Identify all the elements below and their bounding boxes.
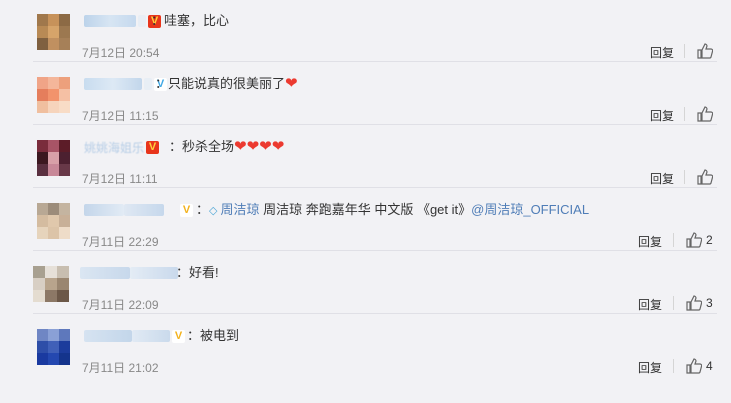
comment-text: ：哇塞，比心	[151, 13, 230, 28]
comment-text: ：秒杀全场❤❤❤❤	[169, 139, 284, 155]
timestamp: 7月12日 20:54	[82, 46, 160, 60]
divider	[684, 107, 685, 121]
heart-icon: ❤❤❤❤	[234, 138, 285, 155]
row-divider	[33, 313, 717, 314]
username[interactable]: V	[84, 329, 185, 343]
thumbs-up-icon[interactable]	[697, 169, 713, 185]
mention-link[interactable]: @周洁琼_OFFICIAL	[471, 202, 589, 217]
comment-text: ：◇ 周洁琼 周洁琼 奔跑嘉年华 中文版 《get it》@周洁琼_OFFICIA…	[196, 202, 589, 219]
comment-prefix: ：	[196, 202, 210, 217]
timestamp: 7月12日 11:11	[82, 172, 158, 186]
comment-row: 姚姚海姐乐 V ：秒杀全场❤❤❤❤ 7月12日 11:11 回复	[0, 126, 731, 188]
username[interactable]	[80, 266, 178, 280]
divider	[673, 359, 674, 373]
comment-text-content: ：只能说真的很美丽了	[155, 76, 286, 91]
avatar[interactable]	[37, 14, 70, 50]
verified-v-icon: V	[172, 329, 185, 343]
comment-row: V ：哇塞，比心 7月12日 20:54 回复	[0, 0, 731, 62]
reply-button[interactable]: 回复	[638, 296, 662, 313]
timestamp: 7月11日 21:02	[82, 361, 159, 375]
verified-v-icon: V	[180, 203, 193, 217]
row-divider	[33, 61, 717, 62]
verified-v-icon: V	[146, 140, 160, 154]
like-count: 4	[706, 359, 713, 373]
topic-link[interactable]: 周洁琼	[220, 202, 259, 217]
row-divider	[33, 187, 717, 188]
username[interactable]: V	[84, 14, 161, 28]
avatar[interactable]	[37, 140, 70, 176]
reply-button[interactable]: 回复	[650, 170, 674, 187]
timestamp: 7月11日 22:29	[82, 235, 159, 249]
divider	[684, 170, 685, 184]
username[interactable]: V	[84, 203, 193, 217]
like-count: 3	[706, 296, 713, 310]
username[interactable]: 姚姚海姐乐 V	[84, 139, 160, 156]
comment-list: V ：哇塞，比心 7月12日 20:54 回复 V ：只能说真的很美丽了❤ 7月…	[0, 0, 731, 403]
row-divider	[33, 250, 717, 251]
divider	[684, 44, 685, 58]
comment-text: ：只能说真的很美丽了❤	[155, 76, 298, 92]
comment-row: V ：只能说真的很美丽了❤ 7月12日 11:15 回复	[0, 63, 731, 125]
reply-button[interactable]: 回复	[638, 233, 662, 250]
comment-text: ：好看!	[176, 265, 219, 280]
comment-row: V ：被电到 7月11日 21:02 回复 4	[0, 315, 731, 377]
comment-row: V ：◇ 周洁琼 周洁琼 奔跑嘉年华 中文版 《get it》@周洁琼_OFFIC…	[0, 189, 731, 251]
reply-button[interactable]: 回复	[650, 107, 674, 124]
timestamp: 7月11日 22:09	[82, 298, 159, 312]
diamond-icon: ◇	[209, 205, 218, 217]
avatar[interactable]	[37, 203, 70, 239]
thumbs-up-icon[interactable]	[697, 43, 713, 59]
avatar[interactable]	[33, 266, 69, 302]
comment-row: ：好看! 7月11日 22:09 回复 3	[0, 252, 731, 314]
comment-text: ：被电到	[187, 328, 240, 343]
thumbs-up-icon[interactable]	[686, 232, 702, 248]
timestamp: 7月12日 11:15	[82, 109, 159, 123]
reply-button[interactable]: 回复	[638, 359, 662, 376]
username-text[interactable]: 姚姚海姐乐	[84, 139, 144, 156]
divider	[673, 296, 674, 310]
thumbs-up-icon[interactable]	[697, 106, 713, 122]
thumbs-up-icon[interactable]	[686, 295, 702, 311]
reply-button[interactable]: 回复	[650, 44, 674, 61]
divider	[673, 233, 674, 247]
comment-text-content: 周洁琼 奔跑嘉年华 中文版 《get it》	[259, 202, 472, 217]
like-count: 2	[706, 233, 713, 247]
heart-icon: ❤	[285, 75, 298, 92]
row-divider	[33, 124, 717, 125]
avatar[interactable]	[37, 77, 70, 113]
comment-text-content: ：秒杀全场	[169, 139, 235, 154]
thumbs-up-icon[interactable]	[686, 358, 702, 374]
avatar[interactable]	[37, 329, 70, 365]
